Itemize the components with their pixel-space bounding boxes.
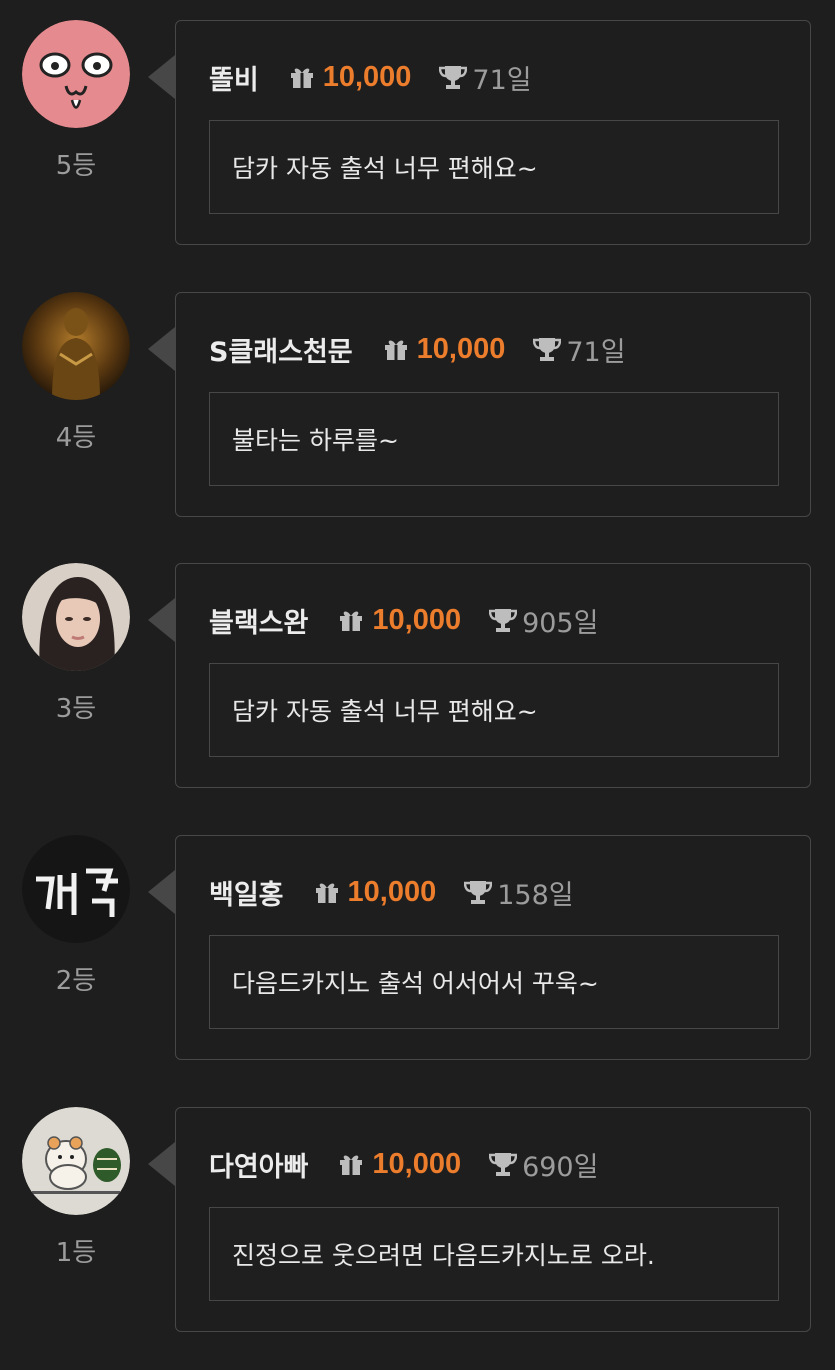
- gift-icon: [314, 880, 340, 904]
- avatar[interactable]: [22, 1107, 130, 1215]
- message-box: 진정으로 웃으려면 다음드카지노로 오라.: [209, 1207, 779, 1301]
- attendance-entry: 1등 다연아빠 10,000 690일 진정으로 웃으려면 다음드카지노로 오라…: [0, 1087, 835, 1332]
- message-text: 담카 자동 출석 너무 편해요~: [232, 154, 538, 183]
- trophy-icon: [533, 336, 562, 362]
- entry-card: 블랙스완 10,000 905일 담카 자동 출석 너무 편해요~: [175, 563, 811, 788]
- entry-meta: 다연아빠 10,000 690일: [209, 1144, 598, 1184]
- pink-face-avatar-icon: [22, 20, 130, 128]
- neon-sign-avatar-icon: [22, 835, 130, 943]
- message-box: 담카 자동 출석 너무 편해요~: [209, 663, 779, 757]
- trophy-icon: [489, 1151, 518, 1177]
- message-text: 진정으로 웃으려면 다음드카지노로 오라.: [232, 1241, 655, 1270]
- message-text: 다음드카지노 출석 어서어서 꾸욱~: [232, 969, 599, 998]
- attendance-entry: 5등 똘비 10,000 71일 담카 자동 출석 너무 편해요~: [0, 0, 835, 245]
- message-text: 불타는 하루를~: [232, 426, 399, 455]
- rank-label: 4등: [55, 423, 97, 453]
- card-pointer: [148, 870, 175, 914]
- nickname[interactable]: S클래스천문: [209, 330, 353, 369]
- attendance-entry: 2등 백일홍 10,000 158일 다음드카지노 출석 어서어서 꾸욱~: [0, 815, 835, 1060]
- avatar[interactable]: [22, 835, 130, 943]
- points-value: 10,000: [416, 332, 506, 365]
- entry-card: 백일홍 10,000 158일 다음드카지노 출석 어서어서 꾸욱~: [175, 835, 811, 1060]
- nickname[interactable]: 똘비: [209, 58, 259, 97]
- gift-icon: [289, 65, 315, 89]
- nickname[interactable]: 백일홍: [209, 873, 284, 912]
- nickname[interactable]: 다연아빠: [209, 1145, 308, 1184]
- days-count: 690일: [522, 1151, 599, 1183]
- message-text: 담카 자동 출석 너무 편해요~: [232, 697, 538, 726]
- points-value: 10,000: [322, 60, 412, 93]
- attendance-entry: 3등 블랙스완 10,000 905일 담카 자동 출석 너무 편해요~: [0, 543, 835, 788]
- points-value: 10,000: [372, 603, 462, 636]
- entry-meta: S클래스천문 10,000 71일: [209, 329, 626, 369]
- message-box: 다음드카지노 출석 어서어서 꾸욱~: [209, 935, 779, 1029]
- days-count: 71일: [566, 336, 626, 368]
- points-value: 10,000: [347, 875, 437, 908]
- card-pointer: [148, 1142, 175, 1186]
- entry-meta: 블랙스완 10,000 905일: [209, 600, 598, 640]
- message-box: 담카 자동 출석 너무 편해요~: [209, 120, 779, 214]
- days-count: 71일: [472, 64, 532, 96]
- nickname[interactable]: 블랙스완: [209, 601, 308, 640]
- avatar[interactable]: [22, 20, 130, 128]
- trophy-icon: [439, 64, 468, 90]
- card-pointer: [148, 598, 175, 642]
- rank-label: 5등: [55, 151, 97, 181]
- entry-card: 다연아빠 10,000 690일 진정으로 웃으려면 다음드카지노로 오라.: [175, 1107, 811, 1332]
- hamster-drawing-avatar-icon: [22, 1107, 130, 1215]
- trophy-icon: [489, 607, 518, 633]
- rank-label: 3등: [55, 694, 97, 724]
- gift-icon: [338, 1152, 364, 1176]
- entry-meta: 똘비 10,000 71일: [209, 57, 532, 97]
- portrait-avatar-icon: [22, 563, 130, 671]
- entry-card: S클래스천문 10,000 71일 불타는 하루를~: [175, 292, 811, 517]
- entry-meta: 백일홍 10,000 158일: [209, 872, 574, 912]
- golden-statue-avatar-icon: [22, 292, 130, 400]
- gift-icon: [383, 337, 409, 361]
- attendance-entry: 4등 S클래스천문 10,000 71일 불타는 하루를~: [0, 272, 835, 517]
- message-box: 불타는 하루를~: [209, 392, 779, 486]
- avatar[interactable]: [22, 292, 130, 400]
- avatar[interactable]: [22, 563, 130, 671]
- entry-card: 똘비 10,000 71일 담카 자동 출석 너무 편해요~: [175, 20, 811, 245]
- points-value: 10,000: [372, 1147, 462, 1180]
- gift-icon: [338, 608, 364, 632]
- rank-label: 2등: [55, 966, 97, 996]
- days-count: 158일: [497, 879, 574, 911]
- days-count: 905일: [522, 607, 599, 639]
- card-pointer: [148, 327, 175, 371]
- rank-label: 1등: [55, 1238, 97, 1268]
- card-pointer: [148, 55, 175, 99]
- trophy-icon: [464, 879, 493, 905]
